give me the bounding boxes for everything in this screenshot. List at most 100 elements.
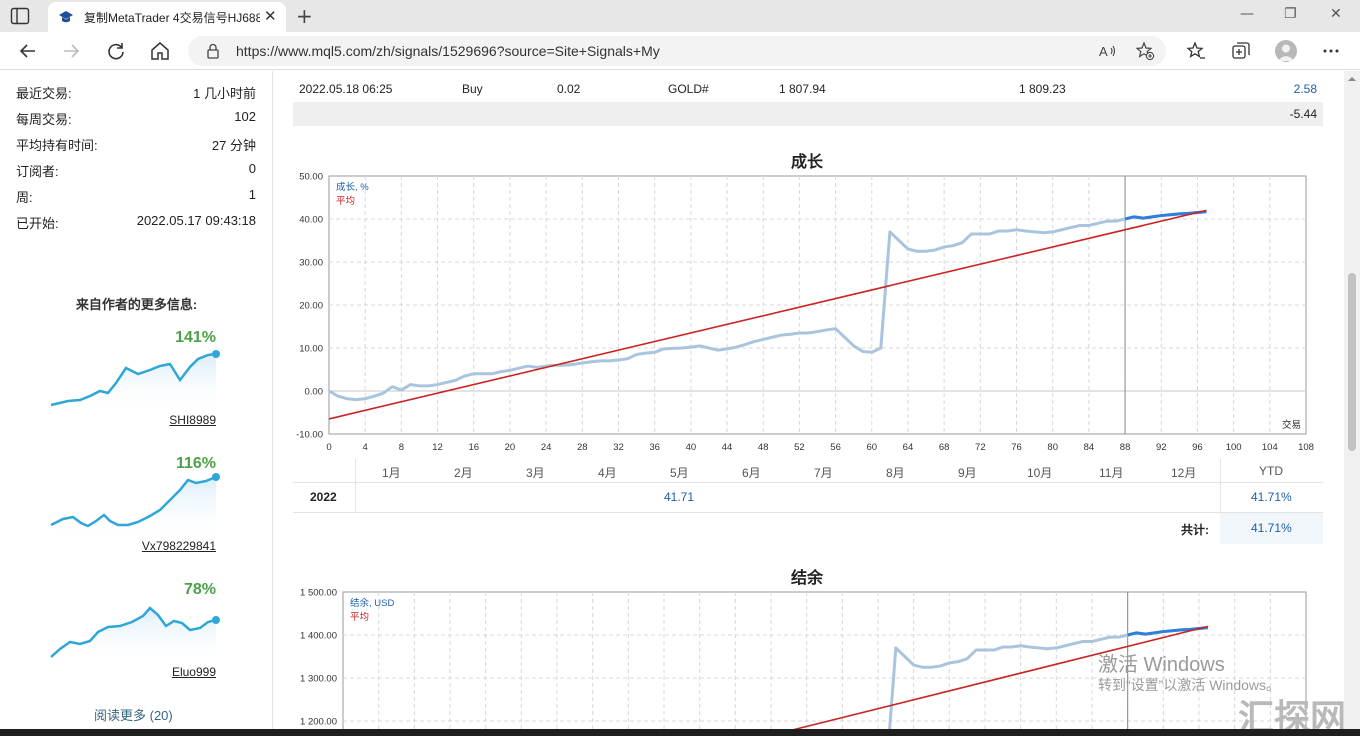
browser-tab[interactable]: 复制MetaTrader 4交易信号HJ688 ✕ [48,2,286,32]
author-signal-link[interactable]: Vx798229841 [142,539,216,553]
read-aloud-icon[interactable]: A [1098,41,1118,61]
x-tick-label: 80 [1047,442,1058,453]
stat-weekly-trades: 每周交易: 102 [16,109,256,129]
y-tick-label: 1 300.00 [300,674,337,685]
read-more-link[interactable]: 阅读更多 (20) [94,705,173,724]
stat-value: 1 [248,187,256,202]
month-header: 12月 [1171,466,1197,480]
y-tick-label: -10.00 [296,430,323,441]
close-window-icon[interactable]: ✕ [1330,6,1342,22]
author-signal-card[interactable]: 116% Vx798229841 [48,455,220,565]
legend-growth: 成长, % [336,181,369,193]
stat-avg-holding: 平均持有时间: 27 分钟 [16,135,256,155]
month-header: 2月 [454,466,473,480]
stat-value: 0 [248,161,256,176]
forward-icon[interactable] [60,40,82,62]
x-tick-label: 60 [866,442,877,453]
month-value-may[interactable]: 41.71 [664,490,694,504]
table-divider [355,459,356,513]
home-icon[interactable] [149,40,171,62]
legend-average: 平均 [336,195,355,207]
more-options-icon[interactable] [1320,40,1342,62]
x-tick-label: 16 [468,442,479,453]
month-header: 4月 [598,466,617,480]
browser-toolbar: https://www.mql5.com/zh/signals/1529696?… [0,32,1360,70]
scrollbar-thumb[interactable] [1348,273,1356,451]
stat-label: 已开始: [16,216,59,231]
month-header: 8月 [886,466,905,480]
author-more-title: 来自作者的更多信息: [75,297,198,312]
x-tick-label: 92 [1156,442,1167,453]
restore-icon[interactable]: ❐ [1284,6,1297,22]
stat-value: 102 [234,109,256,124]
new-tab-icon[interactable]: + [296,4,313,28]
favorites-icon[interactable] [1185,40,1207,62]
back-icon[interactable] [17,40,39,62]
stat-label: 周: [16,190,33,205]
x-tick-label: 48 [758,442,769,453]
y-tick-label: 20.00 [299,301,323,312]
add-favorite-icon[interactable] [1135,41,1155,61]
table-divider [293,482,1323,483]
main-content: 2022.05.18 06:25 Buy 0.02 GOLD# 1 807.94… [280,71,1344,736]
y-tick-label: 1 400.00 [300,631,337,642]
x-tick-label: 4 [363,442,368,453]
x-tick-label: 108 [1298,442,1314,453]
url-text[interactable]: https://www.mql5.com/zh/signals/1529696?… [236,43,660,59]
stat-last-trade: 最近交易: 1 几小时前 [16,83,256,103]
growth-chart[interactable]: 0 4 8 12 16 20 24 28 32 36 40 44 48 52 56 60 64 68 72 76 80 8… [280,169,1334,459]
author-growth: 116% [175,455,216,472]
month-header: 9月 [958,466,977,480]
lock-icon[interactable] [206,43,220,59]
activation-watermark-title: 激活 Windows [1098,654,1225,676]
address-bar[interactable]: https://www.mql5.com/zh/signals/1529696?… [188,36,1166,66]
stat-value: 1 几小时前 [193,86,256,101]
x-tick-label: 100 [1226,442,1242,453]
author-signal-link[interactable]: Eluo999 [172,665,216,679]
refresh-icon[interactable] [105,40,127,62]
tab-title: 复制MetaTrader 4交易信号HJ688 [84,11,260,25]
ytd-value: 41.71% [1251,490,1292,504]
y-tick-label: 0.00 [305,387,324,398]
trade-close-price: 1 809.23 [1019,82,1066,96]
author-signal-card[interactable]: 78% Eluo999 [48,581,220,691]
close-tab-icon[interactable]: ✕ [264,7,277,25]
page-scrollbar[interactable] [1344,71,1360,736]
y-tick-label: 10.00 [299,344,323,355]
x-tick-label: 72 [975,442,986,453]
x-tick-label: 96 [1192,442,1203,453]
x-tick-label: 36 [649,442,660,453]
minimize-icon[interactable]: — [1240,6,1254,22]
mql5-favicon-icon [59,11,73,23]
total-value: 41.71% [1251,521,1292,535]
month-header: 1月 [382,466,401,480]
trade-volume: 0.02 [557,82,581,96]
scroll-up-icon[interactable] [1344,73,1360,85]
x-tick-label: 88 [1120,442,1131,453]
y-tick-label: 30.00 [299,258,323,269]
trade-total: -5.44 [1289,107,1317,121]
x-axis-label: 交易 [1282,419,1301,431]
tab-actions-icon[interactable] [10,7,30,25]
profile-avatar[interactable] [1275,40,1297,62]
windows-taskbar [0,729,1360,736]
total-label: 共计: [1181,523,1209,537]
month-header: 7月 [814,466,833,480]
month-header: 3月 [526,466,545,480]
stat-value: 27 分钟 [211,138,256,153]
x-tick-label: 32 [613,442,624,453]
x-tick-label: 68 [939,442,950,453]
y-tick-label: 1 200.00 [300,717,337,728]
x-tick-label: 56 [830,442,841,453]
collections-icon[interactable] [1230,40,1252,62]
y-tick-label: 50.00 [299,172,323,183]
x-tick-label: 12 [432,442,443,453]
month-header: 6月 [742,466,761,480]
month-header: 5月 [670,466,689,480]
year-label: 2022 [310,490,337,504]
table-divider [293,512,1323,513]
y-tick-label: 1 500.00 [300,588,337,599]
trade-total-row: -5.44 [293,102,1323,126]
author-signal-link[interactable]: SHI8989 [169,413,216,427]
author-signal-card[interactable]: 141% SHI8989 [48,329,220,439]
